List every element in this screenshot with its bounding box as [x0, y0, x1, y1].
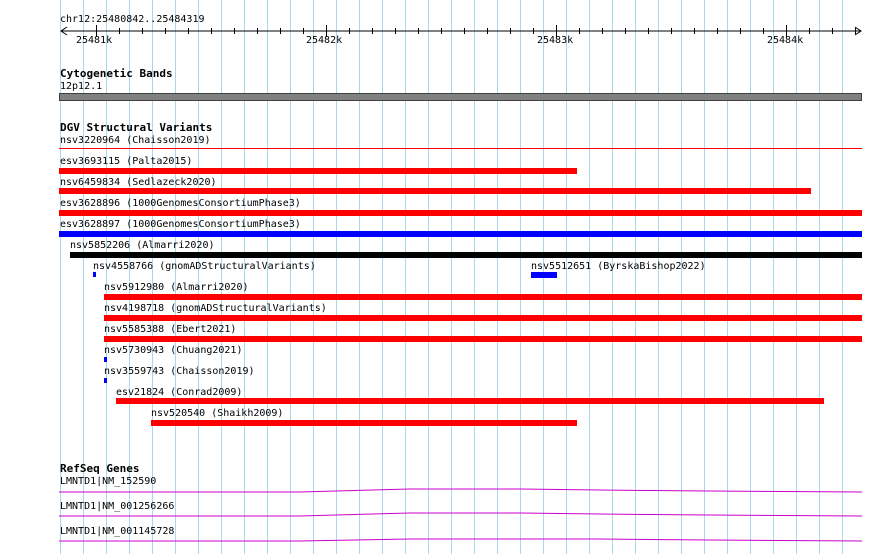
gene-model-line[interactable] [59, 512, 863, 517]
gene-model-line[interactable] [59, 538, 863, 542]
gene-model-line[interactable] [59, 488, 863, 493]
refseq-gene-models [59, 488, 863, 542]
